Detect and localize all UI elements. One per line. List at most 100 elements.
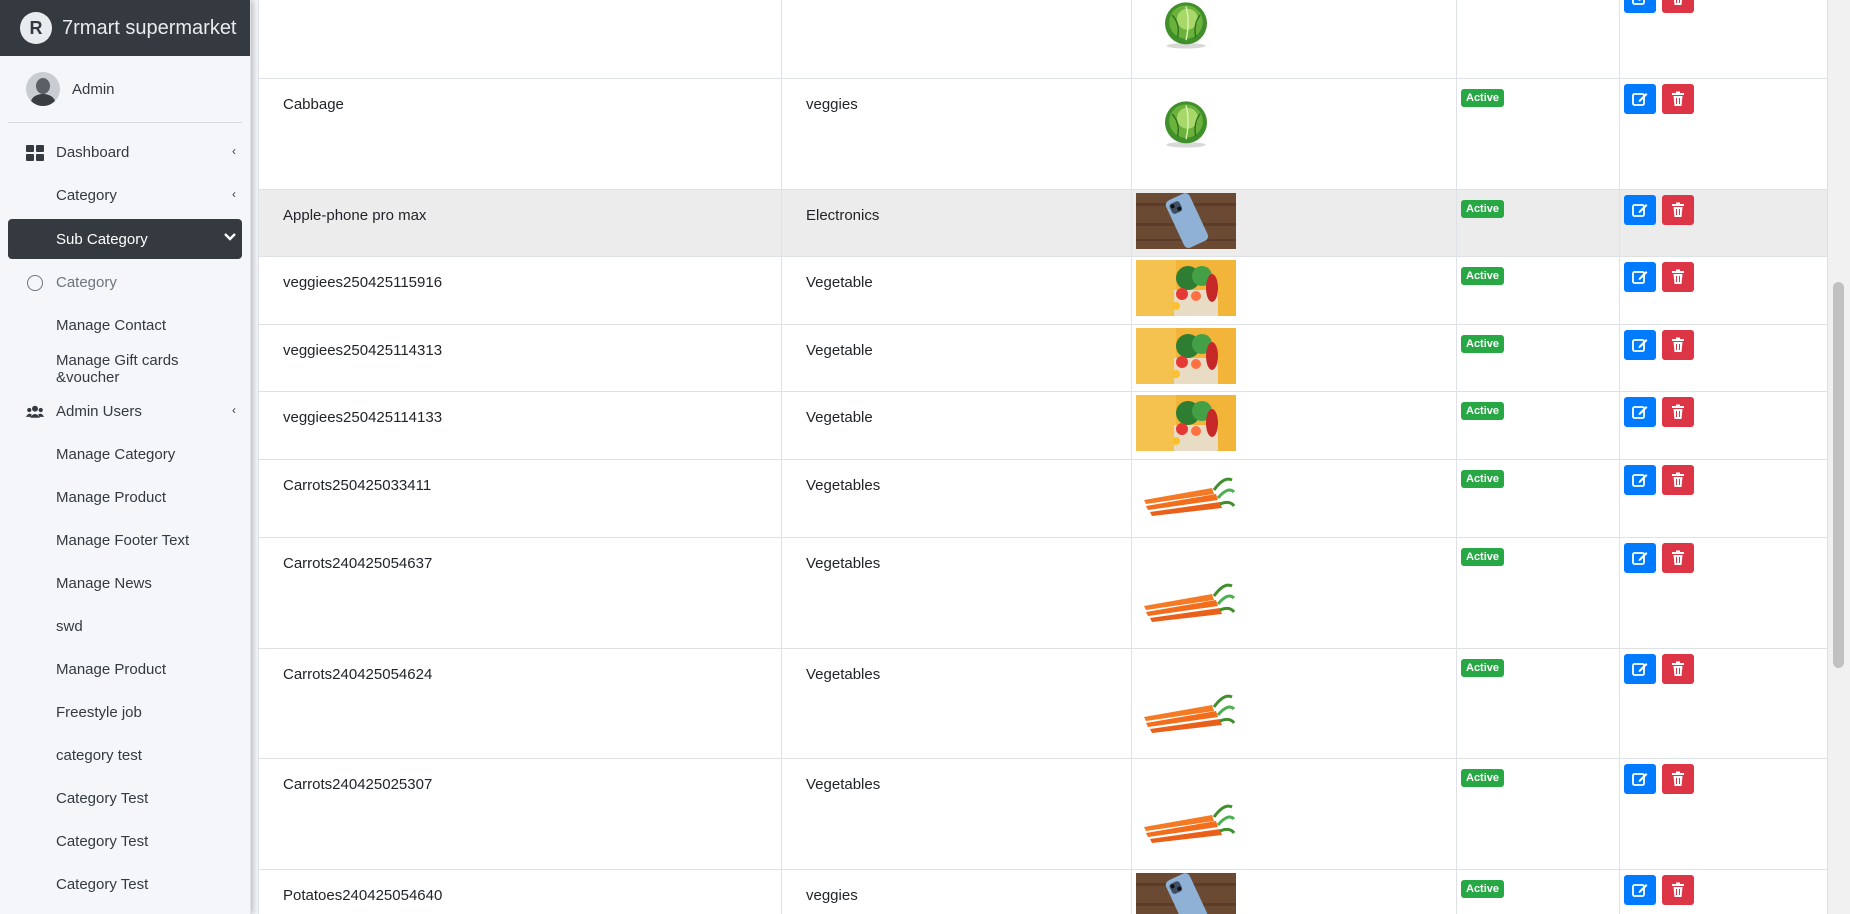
edit-button[interactable] (1624, 195, 1656, 225)
sidebar-item-dashboard[interactable]: Dashboard ‹ (8, 131, 242, 174)
scrollbar[interactable] (1827, 0, 1850, 914)
edit-button[interactable] (1624, 262, 1656, 292)
delete-button[interactable] (1662, 654, 1695, 684)
category-cell: Vegetables (781, 758, 1132, 870)
image-cell (1131, 78, 1457, 190)
product-name: veggiees250425115916 (283, 274, 443, 291)
category-cell: Vegetable (781, 324, 1132, 392)
brand-link[interactable]: R 7rmart supermarket (0, 0, 250, 56)
sidebar-item-manage-category[interactable]: Manage Category (8, 433, 242, 476)
product-image (1136, 0, 1456, 50)
user-panel[interactable]: Admin (8, 56, 242, 123)
sidebar-subitem-category[interactable]: Category (8, 261, 242, 304)
edit-button[interactable] (1624, 654, 1656, 684)
status-badge[interactable]: Active (1461, 267, 1505, 285)
sidebar-item-category-test-4[interactable]: Category Test (8, 863, 242, 906)
status-badge[interactable]: Active (1461, 335, 1505, 353)
product-image (1136, 395, 1456, 451)
delete-button[interactable] (1662, 397, 1695, 427)
delete-button[interactable] (1662, 84, 1695, 114)
edit-button[interactable] (1624, 330, 1656, 360)
category-cell: Vegetables (781, 648, 1132, 759)
name-cell: Carrots250425033411 (258, 459, 782, 538)
sidebar-item-label: Admin Users (56, 403, 142, 420)
sub-category-table: Active Cabbage veggies Active Apple-phon… (258, 0, 1828, 914)
scrollbar-thumb[interactable] (1833, 282, 1844, 668)
sidebar-item-category-test-3[interactable]: Category Test (8, 820, 242, 863)
category-name: Vegetable (806, 342, 873, 359)
sidebar-item-manage-footer-text[interactable]: Manage Footer Text (8, 519, 242, 562)
product-image (1136, 873, 1456, 914)
delete-button[interactable] (1662, 330, 1695, 360)
delete-button[interactable] (1662, 0, 1695, 13)
delete-button[interactable] (1662, 764, 1695, 794)
status-cell: Active (1456, 758, 1620, 870)
edit-button[interactable] (1624, 764, 1656, 794)
edit-button[interactable] (1624, 875, 1656, 905)
category-cell: Electronics (781, 189, 1132, 257)
edit-button[interactable] (1624, 84, 1656, 114)
sidebar-item-manage-gift-cards[interactable]: Manage Gift cards &voucher (8, 347, 242, 390)
table-row: Cabbage veggies Active (258, 78, 1828, 190)
sidebar-item-manage-product[interactable]: Manage Product (8, 476, 242, 519)
user-name[interactable]: Admin (72, 81, 115, 98)
name-cell: Carrots240425054637 (258, 537, 782, 649)
status-badge[interactable]: Active (1461, 880, 1505, 898)
sidebar-item-freestyle-job[interactable]: Freestyle job (8, 691, 242, 734)
sidebar-item-label: Manage Category (56, 446, 176, 463)
sidebar-item-admin-users[interactable]: Admin Users ‹ (8, 390, 242, 433)
actions-cell (1619, 324, 1828, 392)
avatar (26, 72, 60, 106)
sidebar-item-label: Category Test (56, 833, 149, 850)
status-badge[interactable]: Active (1461, 769, 1505, 787)
actions-cell (1619, 189, 1828, 257)
sidebar-item-swd[interactable]: swd (8, 605, 242, 648)
sidebar-item-category-test-2[interactable]: Category Test (8, 777, 242, 820)
table-row: Carrots250425033411 Vegetables Active (258, 459, 1828, 538)
edit-button[interactable] (1624, 0, 1656, 13)
status-badge[interactable]: Active (1461, 200, 1505, 218)
category-name: Vegetables (806, 477, 881, 494)
sidebar-item-category-test[interactable]: category test (8, 734, 242, 777)
actions-cell (1619, 648, 1828, 759)
sidebar-item-label: Dashboard (56, 144, 130, 161)
status-cell: Active (1456, 78, 1620, 190)
status-cell: Active (1456, 391, 1620, 460)
name-cell: veggiees250425115916 (258, 256, 782, 325)
status-badge[interactable]: Active (1461, 659, 1505, 677)
status-badge[interactable]: Active (1461, 470, 1505, 488)
image-cell (1131, 324, 1457, 392)
status-badge[interactable]: Active (1461, 402, 1505, 420)
sidebar-item-manage-news[interactable]: Manage News (8, 562, 242, 605)
name-cell: Potatoes240425054640 (258, 869, 782, 914)
sidebar-item-label: category test (56, 747, 142, 764)
delete-button[interactable] (1662, 875, 1695, 905)
chevron-left-icon: ‹ (232, 144, 236, 158)
table-row: veggiees250425115916 Vegetable Active (258, 256, 1828, 325)
delete-button[interactable] (1662, 465, 1695, 495)
product-name: Carrots240425054624 (283, 666, 433, 683)
status-badge[interactable]: Active (1461, 89, 1505, 107)
product-image (1136, 328, 1456, 384)
chevron-left-icon: ‹ (232, 187, 236, 201)
delete-button[interactable] (1662, 262, 1695, 292)
sidebar-item-manage-contact[interactable]: Manage Contact (8, 304, 242, 347)
sidebar-item-manage-product-2[interactable]: Manage Product (8, 648, 242, 691)
name-cell: veggiees250425114133 (258, 391, 782, 460)
sidebar-item-category[interactable]: Category ‹ (8, 174, 242, 217)
product-image (1136, 260, 1456, 316)
image-cell (1131, 869, 1457, 914)
actions-cell (1619, 537, 1828, 649)
brand-logo: R (20, 12, 52, 44)
delete-button[interactable] (1662, 195, 1695, 225)
category-cell: veggies (781, 869, 1132, 914)
status-badge[interactable]: Active (1461, 548, 1505, 566)
sidebar-item-label: swd (56, 618, 83, 635)
sidebar-item-sub-category[interactable]: Sub Category (8, 219, 242, 259)
delete-button[interactable] (1662, 543, 1695, 573)
edit-button[interactable] (1624, 543, 1656, 573)
status-cell: Active (1456, 459, 1620, 538)
edit-button[interactable] (1624, 397, 1656, 427)
edit-button[interactable] (1624, 465, 1656, 495)
sidebar-item-label: Category Test (56, 876, 149, 893)
